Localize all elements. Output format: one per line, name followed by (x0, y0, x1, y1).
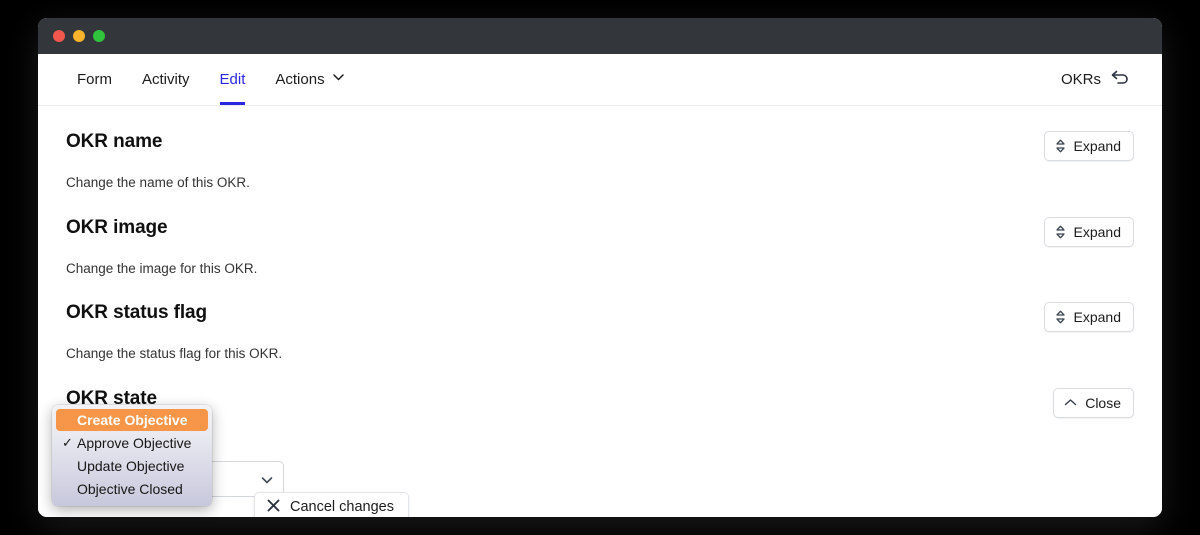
nav-right-group: OKRs (1061, 68, 1134, 91)
close-x-icon (267, 499, 280, 516)
section-okr-state: OKR state Close OKR (app owners only) Ap… (66, 363, 1134, 517)
section-okr-name-title: OKR name (66, 131, 163, 152)
tab-edit-label: Edit (219, 71, 246, 88)
cancel-changes-button[interactable]: Cancel changes (254, 491, 409, 517)
okr-state-dropdown-menu[interactable]: Create Objective ✓ Approve Objective Upd… (52, 405, 212, 506)
dropdown-option-update-objective-label: Update Objective (77, 457, 185, 474)
tab-actions[interactable]: Actions (260, 54, 357, 105)
expand-okr-name-button[interactable]: Expand (1043, 131, 1134, 161)
section-okr-status-flag-description: Change the status flag for this OKR. (66, 346, 283, 362)
chevron-down-icon (261, 471, 273, 487)
close-okr-state-label: Close (1085, 394, 1121, 411)
dropdown-option-approve-objective-label: Approve Objective (77, 434, 192, 451)
window-titlebar (38, 18, 1162, 54)
tab-activity[interactable]: Activity (127, 54, 205, 105)
section-okr-name: OKR name Expand Change the name of this … (66, 106, 1134, 192)
chevron-down-icon (332, 73, 344, 84)
dropdown-option-create-objective-label: Create Objective (77, 412, 188, 428)
dropdown-option-objective-closed-label: Objective Closed (77, 480, 183, 497)
section-okr-status-flag-title: OKR status flag (66, 302, 208, 324)
tab-form-label: Form (77, 71, 112, 88)
tab-actions-label: Actions (275, 71, 325, 88)
dropdown-option-approve-objective[interactable]: ✓ Approve Objective (52, 431, 212, 454)
section-okr-status-flag: OKR status flag Expand Change the status… (66, 277, 1134, 363)
desktop-background: Form Activity Edit Actions OKRs OKR name… (0, 0, 1200, 535)
chevron-up-icon (1064, 398, 1077, 407)
expand-okr-image-label: Expand (1073, 223, 1121, 240)
close-window-button[interactable] (53, 30, 65, 42)
expand-okr-name-label: Expand (1073, 138, 1121, 154)
section-okr-name-description: Change the name of this OKR. (66, 175, 250, 190)
close-okr-state-button[interactable]: Close (1053, 387, 1134, 418)
tab-form[interactable]: Form (62, 54, 127, 105)
checkmark-icon: ✓ (62, 435, 73, 450)
expand-okr-status-flag-label: Expand (1073, 309, 1121, 326)
expand-okr-status-flag-button[interactable]: Expand (1043, 302, 1134, 333)
expand-chevrons-icon (1055, 139, 1066, 153)
dropdown-option-create-objective[interactable]: Create Objective (56, 409, 208, 431)
top-navigation-bar: Form Activity Edit Actions OKRs (38, 54, 1162, 106)
okrs-link[interactable]: OKRs (1061, 71, 1101, 88)
expand-chevrons-icon (1055, 225, 1066, 239)
dropdown-option-update-objective[interactable]: Update Objective (52, 454, 212, 477)
dropdown-option-objective-closed[interactable]: Objective Closed (52, 477, 212, 500)
nav-tabs: Form Activity Edit Actions (62, 54, 358, 105)
tab-activity-label: Activity (142, 71, 190, 88)
tab-edit[interactable]: Edit (205, 54, 261, 105)
okr-state-body: OKR (app owners only) Approve Objective (66, 431, 1134, 517)
section-okr-image-title: OKR image (66, 216, 168, 238)
cancel-changes-label: Cancel changes (290, 499, 394, 516)
undo-arrow-icon[interactable] (1110, 68, 1130, 91)
expand-okr-image-button[interactable]: Expand (1043, 216, 1134, 247)
maximize-window-button[interactable] (93, 30, 105, 42)
section-okr-image-description: Change the image for this OKR. (66, 260, 258, 276)
section-okr-image: OKR image Expand Change the image for th… (66, 192, 1134, 278)
minimize-window-button[interactable] (73, 30, 85, 42)
expand-chevrons-icon (1055, 310, 1066, 324)
